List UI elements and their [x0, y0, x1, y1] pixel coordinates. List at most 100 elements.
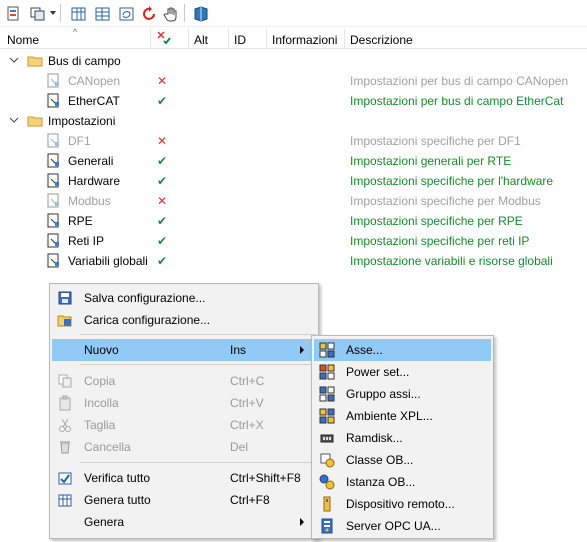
- submenu-item-axis[interactable]: Asse...: [314, 339, 491, 361]
- menu-item-copy[interactable]: Copia Ctrl+C: [52, 370, 316, 392]
- header-id[interactable]: ID: [234, 32, 246, 48]
- menu-separator: [80, 462, 316, 463]
- submenu-item-label: Asse...: [346, 343, 383, 357]
- submenu-item-opc-ua-server[interactable]: Server OPC UA...: [314, 515, 491, 537]
- header-divider[interactable]: [266, 29, 267, 49]
- menu-item-label: Genera: [84, 515, 125, 529]
- menu-item-generate-all[interactable]: Genera tutto Ctrl+F8: [52, 489, 316, 511]
- tree-row[interactable]: Modbus ✕ Impostazioni specifiche per Mod…: [0, 191, 587, 211]
- tree-group-row[interactable]: Bus di campo: [0, 51, 587, 71]
- submenu-item-remote-device[interactable]: Dispositivo remoto...: [314, 493, 491, 515]
- submenu-item-label: Istanza OB...: [346, 475, 416, 489]
- group-label: Impostazioni: [48, 114, 116, 128]
- menu-item-label: Nuovo: [84, 343, 119, 357]
- item-name: Variabili globali: [68, 254, 148, 268]
- submenu-item-ramdisk[interactable]: Ramdisk...: [314, 427, 491, 449]
- remote-device-icon: [323, 496, 331, 512]
- submenu-item-xpl-environment[interactable]: Ambiente XPL...: [314, 405, 491, 427]
- submenu-item-class-ob[interactable]: Classe OB...: [314, 449, 491, 471]
- tree-row[interactable]: CANopen ✕ Impostazioni per bus di campo …: [0, 71, 587, 91]
- menu-item-label: Salva configurazione...: [84, 291, 206, 305]
- menu-item-label: Carica configurazione...: [84, 313, 211, 327]
- menu-item-label: Taglia: [84, 418, 116, 432]
- tree-row[interactable]: EtherCAT ✔ Impostazioni per bus di campo…: [0, 91, 587, 111]
- status-enabled-icon: ✔: [157, 254, 168, 268]
- settings-page-icon: [47, 233, 59, 248]
- hand-icon[interactable]: [162, 4, 180, 22]
- menu-item-cut[interactable]: Taglia Ctrl+X: [52, 414, 316, 436]
- header-divider[interactable]: [188, 29, 189, 49]
- settings-icon[interactable]: [4, 4, 22, 22]
- settings-page-icon: [47, 253, 59, 268]
- menu-item-new[interactable]: Nuovo Ins: [52, 339, 316, 361]
- header-divider[interactable]: [344, 29, 345, 49]
- tree-row[interactable]: Hardware ✔ Impostazioni specifiche per l…: [0, 171, 587, 191]
- header-description[interactable]: Descrizione: [350, 32, 413, 48]
- book-icon[interactable]: [191, 4, 209, 22]
- menu-item-save-config[interactable]: Salva configurazione...: [52, 287, 316, 309]
- header-alt[interactable]: Alt: [194, 32, 208, 48]
- status-x-check-icon[interactable]: [156, 30, 172, 46]
- menu-item-delete[interactable]: Cancella Del: [52, 436, 316, 458]
- axis-icon: [319, 342, 335, 358]
- copy-layout-icon[interactable]: [28, 4, 46, 22]
- item-name: DF1: [68, 134, 91, 148]
- settings-page-icon: [47, 193, 59, 208]
- menu-shortcut: Ctrl+V: [230, 396, 264, 410]
- settings-page-icon: [47, 93, 59, 108]
- class-ob-icon: [320, 453, 335, 468]
- tree-group-row[interactable]: Impostazioni: [0, 111, 587, 131]
- submenu-item-axis-group[interactable]: Gruppo assi...: [314, 383, 491, 405]
- submenu-new: Asse... Power set... Gruppo assi... Ambi…: [311, 335, 494, 539]
- refresh-icon[interactable]: [140, 4, 158, 22]
- item-name: Generali: [68, 154, 114, 168]
- sort-ascending-icon: ^: [73, 27, 78, 37]
- menu-shortcut: Ctrl+Shift+F8: [230, 471, 301, 485]
- menu-shortcut: Ins: [230, 343, 247, 357]
- grid-b-icon[interactable]: [93, 4, 111, 22]
- xpl-icon: [319, 408, 335, 424]
- folder-icon: [27, 116, 43, 127]
- sync-icon[interactable]: [117, 4, 135, 22]
- header-info[interactable]: Informazioni: [272, 32, 337, 48]
- item-description: Impostazioni per bus di campo CANopen: [350, 74, 569, 88]
- status-enabled-icon: ✔: [157, 174, 168, 188]
- item-name: EtherCAT: [68, 94, 120, 108]
- grid-a-icon[interactable]: [69, 4, 87, 22]
- status-enabled-icon: ✔: [157, 234, 168, 248]
- chevron-down-icon[interactable]: [9, 54, 19, 66]
- menu-item-load-config[interactable]: Carica configurazione...: [52, 309, 316, 331]
- tree-row[interactable]: RPE ✔ Impostazioni specifiche per RPE: [0, 211, 587, 231]
- chevron-down-icon[interactable]: [9, 114, 19, 126]
- tree-row[interactable]: DF1 ✕ Impostazioni specifiche per DF1: [0, 131, 587, 151]
- menu-item-label: Incolla: [84, 396, 119, 410]
- generate-icon: [58, 494, 72, 507]
- submenu-item-instance-ob[interactable]: Istanza OB...: [314, 471, 491, 493]
- menu-shortcut: Del: [230, 440, 249, 454]
- chevron-down-icon[interactable]: [50, 11, 56, 15]
- header-divider[interactable]: [150, 29, 151, 49]
- instance-ob-icon: [319, 474, 335, 490]
- menu-shortcut: Ctrl+C: [230, 374, 265, 388]
- item-name: RPE: [68, 214, 93, 228]
- item-description: Impostazioni specifiche per reti IP: [350, 234, 530, 248]
- copy-icon: [58, 374, 72, 388]
- folder-icon: [27, 56, 43, 67]
- submenu-item-label: Gruppo assi...: [346, 387, 421, 401]
- toolbar-separator: [60, 4, 61, 22]
- submenu-item-label: Server OPC UA...: [346, 519, 441, 533]
- menu-item-verify-all[interactable]: Verifica tutto Ctrl+Shift+F8: [52, 467, 316, 489]
- submenu-item-power-set[interactable]: Power set...: [314, 361, 491, 383]
- status-disabled-icon: ✕: [157, 194, 168, 208]
- menu-item-paste[interactable]: Incolla Ctrl+V: [52, 392, 316, 414]
- item-description: Impostazioni generali per RTE: [350, 154, 512, 168]
- settings-page-icon: [47, 173, 59, 188]
- tree-row[interactable]: Variabili globali ✔ Impostazione variabi…: [0, 251, 587, 271]
- settings-page-icon: [47, 213, 59, 228]
- tree-row[interactable]: Generali ✔ Impostazioni generali per RTE: [0, 151, 587, 171]
- header-divider[interactable]: [228, 29, 229, 49]
- tree-row[interactable]: Reti IP ✔ Impostazioni specifiche per re…: [0, 231, 587, 251]
- menu-item-label: Copia: [84, 374, 116, 388]
- menu-item-generate[interactable]: Genera: [52, 511, 316, 533]
- header-name[interactable]: Nome: [7, 32, 39, 48]
